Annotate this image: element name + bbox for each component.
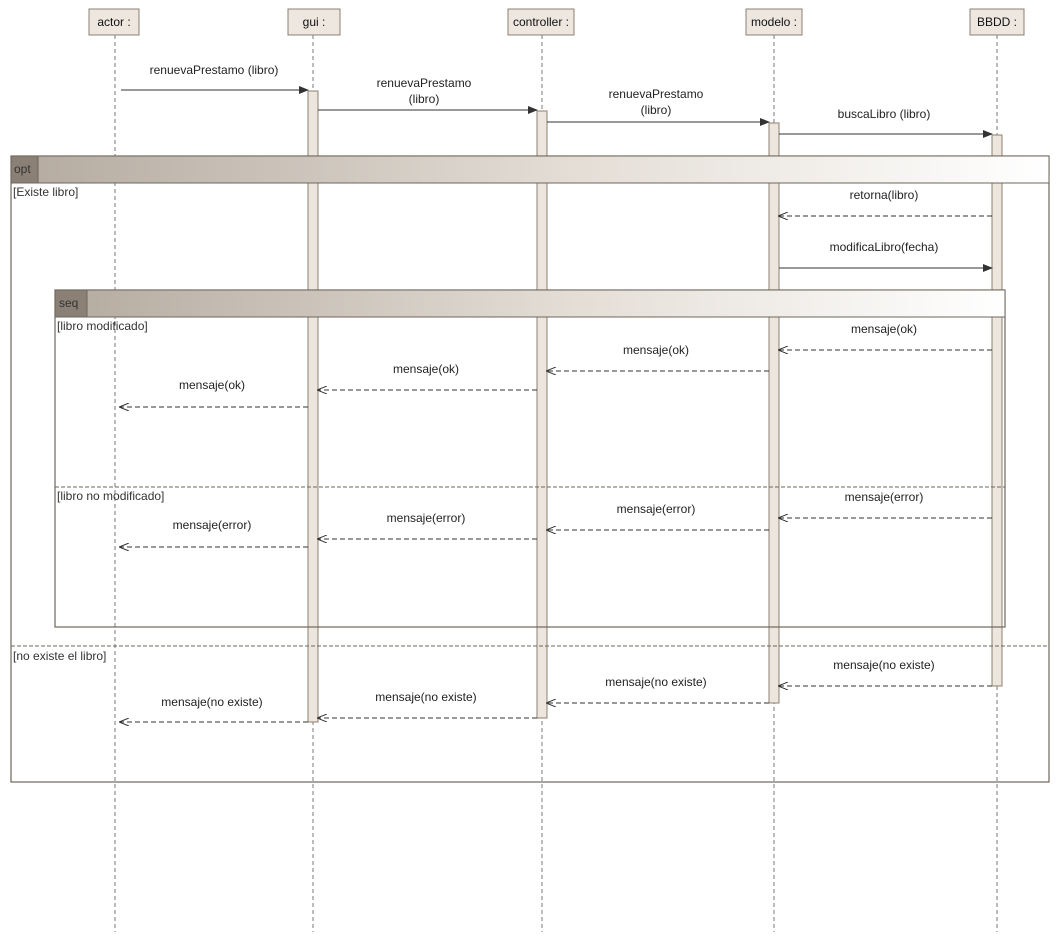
lifeline-head-label: controller : bbox=[513, 15, 569, 29]
lifeline-head-label: gui : bbox=[303, 15, 326, 29]
message-6: modificaLibro(fecha) bbox=[779, 240, 993, 272]
message-18: mensaje(no existe) bbox=[120, 695, 308, 722]
fragment-opt-header bbox=[10, 155, 1050, 184]
message-label: mensaje(ok) bbox=[179, 378, 245, 392]
message-13: mensaje(error) bbox=[318, 511, 537, 539]
message-2: renuevaPrestamo (libro) bbox=[318, 76, 538, 114]
message-label: mensaje(error) bbox=[617, 502, 696, 516]
message-label: mensaje(ok) bbox=[623, 343, 689, 357]
message-label: renuevaPrestamo (libro) bbox=[609, 87, 704, 117]
fragment-seq-guard-1: [libro modificado] bbox=[57, 319, 148, 333]
message-12: mensaje(error) bbox=[547, 502, 769, 530]
message-3: renuevaPrestamo (libro) bbox=[547, 87, 770, 126]
message-label: mensaje(no existe) bbox=[605, 675, 706, 689]
message-label: mensaje(ok) bbox=[851, 322, 917, 336]
lifeline-head-label: BBDD : bbox=[977, 15, 1017, 29]
fragment-seq: seq [libro modificado] [libro no modific… bbox=[54, 289, 1006, 628]
message-label: mensaje(ok) bbox=[393, 362, 459, 376]
message-15: mensaje(no existe) bbox=[779, 658, 992, 686]
sequence-diagram: actor : gui : controller : modelo : BBDD… bbox=[10, 8, 1050, 932]
message-label: modificaLibro(fecha) bbox=[830, 240, 939, 254]
message-16: mensaje(no existe) bbox=[547, 675, 769, 703]
message-11: mensaje(error) bbox=[779, 490, 992, 518]
message-10: mensaje(ok) bbox=[120, 378, 308, 407]
message-label: renuevaPrestamo (libro) bbox=[150, 63, 279, 77]
fragment-seq-operator: seq bbox=[59, 296, 78, 310]
message-1: renuevaPrestamo (libro) bbox=[121, 63, 309, 94]
message-label: renuevaPrestamo (libro) bbox=[377, 76, 472, 106]
message-17: mensaje(no existe) bbox=[318, 690, 537, 718]
message-label: buscaLibro (libro) bbox=[838, 107, 931, 121]
fragment-opt-operator: opt bbox=[14, 162, 31, 176]
lifeline-controller: controller : bbox=[507, 8, 575, 36]
activation-bbdd bbox=[991, 134, 1003, 687]
lifeline-head-label: modelo : bbox=[751, 15, 797, 29]
message-label: mensaje(error) bbox=[845, 490, 924, 504]
message-8: mensaje(ok) bbox=[547, 343, 769, 371]
lifeline-heads: actor : gui : controller : modelo : BBDD… bbox=[88, 8, 1025, 36]
fragment-opt-guard-1: [Existe libro] bbox=[13, 185, 78, 199]
message-14: mensaje(error) bbox=[120, 518, 308, 547]
message-5: retorna(libro) bbox=[779, 188, 992, 216]
message-label: mensaje(no existe) bbox=[833, 658, 934, 672]
lifeline-actor: actor : bbox=[88, 8, 140, 36]
fragment-seq-header bbox=[54, 289, 1006, 318]
message-label: mensaje(error) bbox=[173, 518, 252, 532]
lifeline-gui: gui : bbox=[287, 8, 341, 36]
message-9: mensaje(ok) bbox=[318, 362, 537, 390]
message-label: mensaje(no existe) bbox=[161, 695, 262, 709]
message-label: retorna(libro) bbox=[850, 188, 919, 202]
fragment-seq-frame bbox=[54, 289, 1006, 628]
activation-modelo bbox=[768, 122, 780, 704]
message-label: mensaje(error) bbox=[387, 511, 466, 525]
message-4: buscaLibro (libro) bbox=[779, 107, 993, 138]
lifeline-head-label: actor : bbox=[97, 15, 130, 29]
fragment-seq-guard-2: [libro no modificado] bbox=[57, 489, 164, 503]
fragment-opt-guard-2: [no existe el libro] bbox=[13, 649, 106, 663]
lifeline-bbdd: BBDD : bbox=[969, 8, 1025, 36]
message-label: mensaje(no existe) bbox=[375, 690, 476, 704]
lifeline-modelo: modelo : bbox=[745, 8, 803, 36]
message-7: mensaje(ok) bbox=[779, 322, 992, 350]
